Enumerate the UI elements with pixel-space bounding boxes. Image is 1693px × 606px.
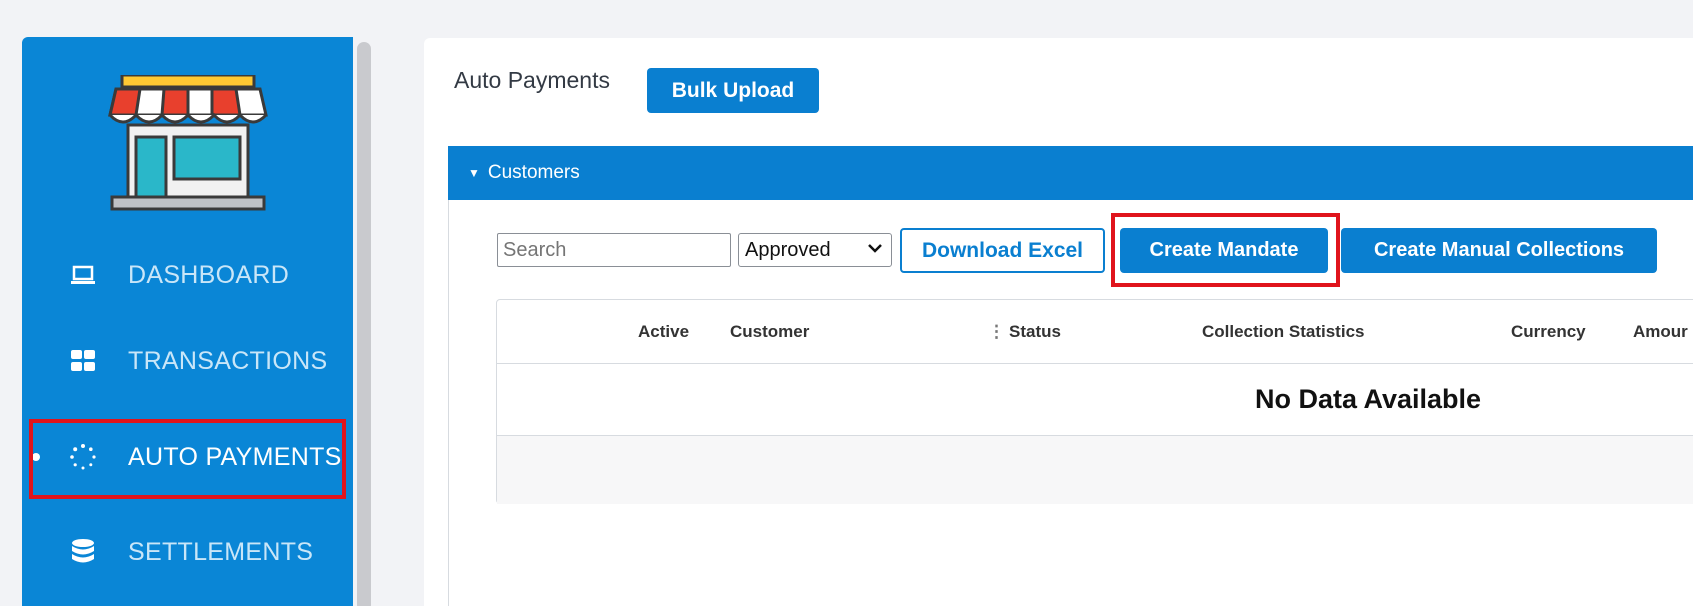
caret-down-icon: ▼	[468, 166, 480, 180]
page-title: Auto Payments	[454, 67, 610, 93]
bulk-upload-button[interactable]: Bulk Upload	[647, 68, 819, 113]
column-header-active[interactable]: Active	[638, 322, 689, 342]
column-header-customer[interactable]: Customer	[730, 322, 809, 342]
customers-section-header[interactable]: ▼ Customers	[448, 146, 1693, 200]
create-manual-collections-button[interactable]: Create Manual Collections	[1341, 228, 1657, 273]
section-title: Customers	[487, 162, 580, 183]
column-header-currency[interactable]: Currency	[1511, 322, 1586, 342]
table-row: No Data Available	[497, 364, 1693, 436]
column-header-status[interactable]: Status	[1009, 322, 1061, 342]
download-excel-button[interactable]: Download Excel	[900, 228, 1105, 273]
highlight-box	[29, 419, 346, 499]
laptop-icon	[64, 256, 102, 294]
customers-table: Active Customer ⋮ Status Collection Stat…	[496, 299, 1693, 504]
sidebar-item-label: DASHBOARD	[128, 260, 290, 289]
table-footer	[497, 436, 1693, 504]
column-header-collection-statistics[interactable]: Collection Statistics	[1202, 322, 1364, 342]
database-icon	[64, 533, 102, 571]
storefront-logo	[108, 75, 268, 211]
grid-icon	[64, 342, 102, 380]
sidebar-item-settlements[interactable]: SETTLEMENTS	[22, 517, 353, 587]
sidebar-item-label: TRANSACTIONS	[128, 346, 328, 375]
chevron-down-icon	[867, 240, 883, 261]
empty-message: No Data Available	[1255, 384, 1482, 414]
sidebar-scrollbar[interactable]	[357, 42, 371, 606]
sidebar-item-dashboard[interactable]: DASHBOARD	[22, 240, 353, 310]
search-input[interactable]	[497, 233, 731, 267]
status-filter-select[interactable]: Approved	[738, 233, 892, 267]
status-filter-value: Approved	[745, 238, 831, 261]
highlight-box	[1111, 213, 1340, 287]
table-header: Active Customer ⋮ Status Collection Stat…	[497, 300, 1693, 364]
column-header-amount[interactable]: Amour	[1633, 322, 1688, 342]
column-resize-icon[interactable]: ⋮	[988, 322, 1005, 342]
sidebar-item-label: SETTLEMENTS	[128, 537, 314, 566]
sidebar-item-transactions[interactable]: TRANSACTIONS	[22, 326, 353, 396]
sidebar: DASHBOARD TRANSACTIONS AUTO PAYMENTS SET…	[22, 37, 353, 606]
